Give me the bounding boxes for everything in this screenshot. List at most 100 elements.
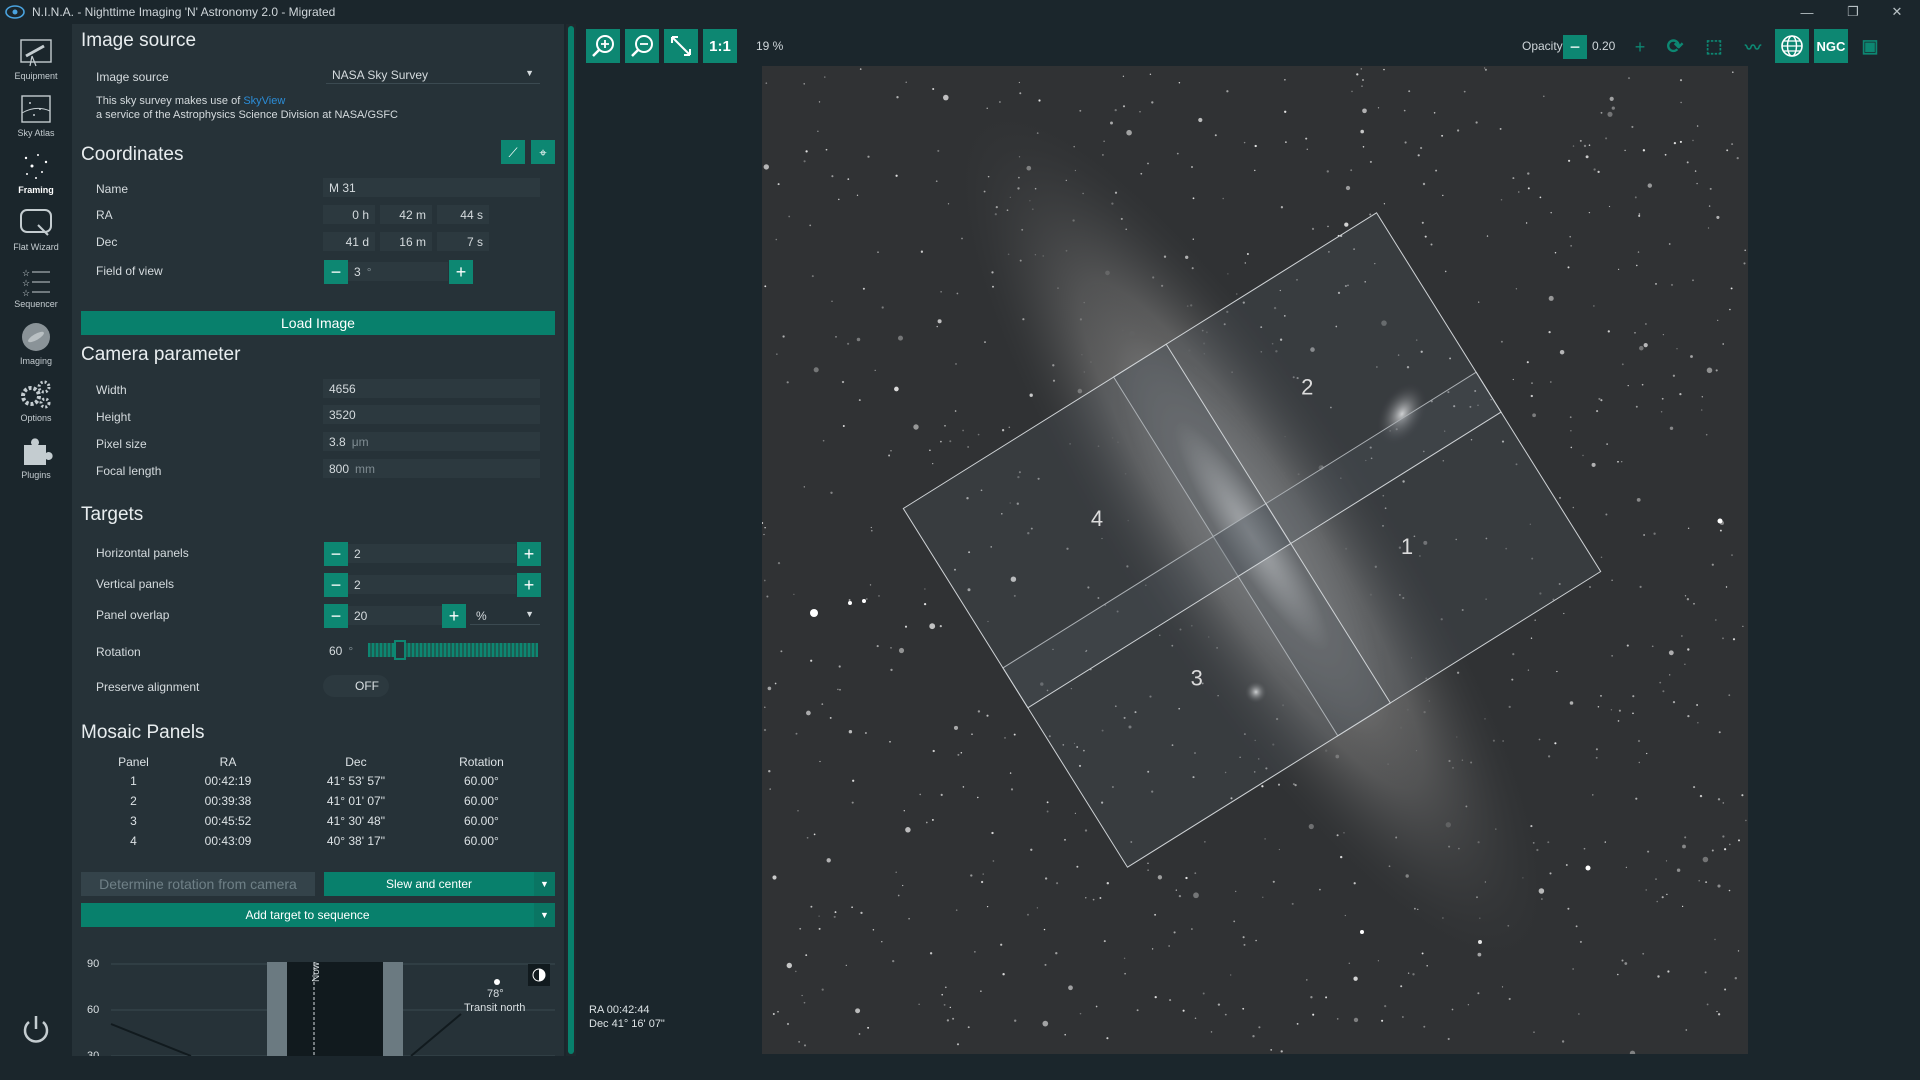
panel-overlap-increase-button[interactable]: + (442, 604, 466, 628)
star (1191, 166, 1193, 168)
star (1617, 268, 1620, 271)
dec-minutes-input[interactable]: 16 m (380, 232, 432, 251)
skyview-link[interactable]: SkyView (243, 95, 285, 107)
overlap-unit-select[interactable]: % ▼ (470, 606, 540, 625)
constellation-boundaries-button[interactable]: ⬚ (1697, 29, 1731, 63)
vertical-panels-increase-button[interactable]: + (517, 573, 541, 597)
name-input[interactable]: M 31 (323, 178, 540, 197)
rotate-button[interactable]: ⟳ (1658, 29, 1692, 63)
star (1435, 169, 1438, 172)
star (1588, 211, 1591, 214)
minimize-button[interactable]: — (1784, 0, 1830, 24)
rotation-slider[interactable] (368, 640, 538, 660)
focal-length-input[interactable]: 800 mm (323, 459, 540, 478)
fov-decrease-button[interactable]: − (324, 260, 348, 284)
height-input[interactable]: 3520 (323, 405, 540, 424)
nav-framing[interactable]: Framing (0, 150, 72, 206)
power-button[interactable] (18, 1012, 54, 1048)
close-button[interactable]: ✕ (1874, 0, 1920, 24)
star (777, 183, 780, 186)
sky-survey-image[interactable]: 1 2 3 4 (762, 66, 1748, 1054)
table-row[interactable]: 2 00:39:38 41° 01' 07" 60.00° (96, 791, 536, 811)
framing-settings-panel: Image source Image source NASA Sky Surve… (72, 24, 564, 1056)
star (1362, 79, 1364, 81)
star (1591, 462, 1596, 467)
fov-increase-button[interactable]: + (449, 260, 473, 284)
star (831, 175, 834, 178)
horizontal-panels-input[interactable]: 2 (348, 544, 516, 563)
star (1717, 1013, 1721, 1016)
zoom-out-button[interactable] (625, 29, 659, 63)
star (1000, 943, 1003, 946)
vertical-panels-input[interactable]: 2 (348, 575, 516, 594)
star (897, 335, 904, 341)
nav-options[interactable]: Options (0, 378, 72, 434)
star (1235, 890, 1237, 893)
opacity-decrease-button[interactable]: − (1563, 35, 1587, 59)
fit-screen-icon (671, 36, 691, 56)
nav-equipment[interactable]: Equipment (0, 36, 72, 92)
star (1697, 722, 1699, 724)
grid-button[interactable] (1775, 29, 1809, 63)
rotation-slider-thumb[interactable] (394, 640, 407, 660)
slew-options-button[interactable]: ▼ (534, 872, 555, 896)
fov-input[interactable]: 3 ° (348, 262, 448, 281)
image-source-select[interactable]: NASA Sky Survey ▼ (326, 65, 540, 84)
add-target-options-button[interactable]: ▼ (534, 903, 555, 927)
star (1653, 532, 1656, 535)
star (855, 1008, 861, 1014)
chevron-down-icon: ▼ (540, 879, 549, 889)
pixel-size-input[interactable]: 3.8 μm (323, 432, 540, 451)
nav-sequencer[interactable]: ☆ ☆ ☆ Sequencer (0, 264, 72, 320)
preserve-alignment-toggle[interactable]: OFF (323, 675, 389, 697)
dec-degrees-input[interactable]: 41 d (323, 232, 375, 251)
table-row[interactable]: 4 00:43:09 40° 38' 17" 60.00° (96, 831, 536, 851)
constellation-lines-button[interactable]: 〰 (1736, 29, 1770, 63)
star (1714, 938, 1716, 941)
nav-imaging[interactable]: Imaging (0, 321, 72, 377)
star (1611, 579, 1613, 581)
horizontal-panels-increase-button[interactable]: + (517, 542, 541, 566)
star (1705, 881, 1708, 884)
horizontal-panels-decrease-button[interactable]: − (324, 542, 348, 566)
vertical-panels-decrease-button[interactable]: − (324, 573, 348, 597)
panel-overlap-decrease-button[interactable]: − (324, 604, 348, 628)
opacity-value[interactable]: 0.20 (1592, 39, 1615, 53)
panel-overlap-input[interactable]: 20 (348, 606, 448, 625)
table-row[interactable]: 3 00:45:52 41° 30' 48" 60.00° (96, 811, 536, 831)
coordinates-from-telescope-button[interactable]: ⟋ (501, 140, 525, 164)
zoom-in-button[interactable] (586, 29, 620, 63)
ra-hours-input[interactable]: 0 h (323, 205, 375, 224)
ngc-overlay-button[interactable]: NGC (1814, 29, 1848, 63)
scrollbar-thumb[interactable] (568, 26, 574, 1054)
fit-to-screen-button[interactable] (664, 29, 698, 63)
coordinates-from-location-button[interactable]: ⌖ (531, 140, 555, 164)
determine-rotation-button[interactable]: Determine rotation from camera (81, 872, 315, 896)
ra-minutes-input[interactable]: 42 m (380, 205, 432, 224)
star (1467, 1004, 1470, 1006)
star (799, 927, 802, 930)
panel-scrollbar[interactable] (566, 24, 576, 1056)
star (834, 911, 837, 914)
nav-flat-wizard[interactable]: Flat Wizard (0, 207, 72, 263)
dec-seconds-input[interactable]: 7 s (437, 232, 489, 251)
slew-and-center-button[interactable]: Slew and center (324, 872, 534, 896)
add-target-to-sequence-button[interactable]: Add target to sequence (81, 903, 534, 927)
rotation-input[interactable]: 60 ° (323, 641, 363, 660)
star (1684, 663, 1686, 666)
width-input[interactable]: 4656 (323, 379, 540, 398)
ra-seconds-input[interactable]: 44 s (437, 205, 489, 224)
annotation-button[interactable]: ▣ (1853, 29, 1887, 63)
star (1641, 383, 1644, 386)
opacity-increase-button[interactable]: + (1628, 35, 1652, 59)
load-image-button[interactable]: Load Image (81, 311, 555, 335)
star (940, 440, 942, 443)
table-row[interactable]: 1 00:42:19 41° 53' 57" 60.00° (96, 771, 536, 791)
one-to-one-button[interactable]: 1:1 (703, 29, 737, 63)
star (1554, 252, 1557, 254)
star (1597, 170, 1600, 174)
maximize-button[interactable]: ❐ (1830, 0, 1876, 24)
nav-plugins[interactable]: Plugins (0, 435, 72, 491)
nav-sky-atlas[interactable]: Sky Atlas (0, 93, 72, 149)
star (1661, 896, 1664, 899)
